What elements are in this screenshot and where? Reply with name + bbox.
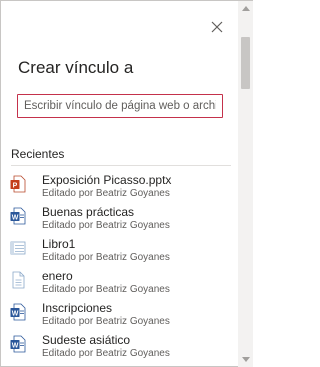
svg-text:W: W: [12, 214, 19, 221]
recent-file-item[interactable]: W Buenas prácticas Editado por Beatriz G…: [1, 203, 237, 235]
recent-file-item[interactable]: Libro1 Editado por Beatriz Goyanes: [1, 235, 237, 267]
section-divider: [11, 165, 231, 166]
powerpoint-file-icon: P: [10, 175, 26, 193]
file-name: Libro1: [42, 237, 76, 251]
close-icon: [211, 21, 223, 33]
file-editor: Editado por Beatriz Goyanes: [42, 316, 170, 327]
word-file-icon: W: [10, 207, 26, 225]
file-name: Exposición Picasso.pptx: [42, 173, 172, 187]
file-name: enero: [42, 269, 73, 283]
word-file-icon: W: [10, 335, 26, 353]
create-link-panel: Crear vínculo a Recientes P Exposición P…: [0, 0, 253, 367]
generic-file-icon: [10, 241, 26, 255]
file-editor: Editado por Beatriz Goyanes: [42, 188, 170, 199]
recent-section-label: Recientes: [11, 147, 65, 161]
file-editor: Editado por Beatriz Goyanes: [42, 220, 170, 231]
recent-file-item[interactable]: W Sudeste asiático Editado por Beatriz G…: [1, 331, 237, 363]
file-name: Sudeste asiático: [42, 333, 131, 347]
svg-text:W: W: [12, 342, 19, 349]
file-editor: Editado por Beatriz Goyanes: [42, 252, 170, 263]
svg-text:P: P: [13, 182, 18, 189]
file-editor: Editado por Beatriz Goyanes: [42, 348, 170, 359]
generic-file-icon: [12, 271, 25, 289]
scrollbar-thumb[interactable]: [241, 37, 250, 89]
recent-file-item[interactable]: enero Editado por Beatriz Goyanes: [1, 267, 237, 299]
svg-text:W: W: [12, 310, 19, 317]
link-address-input[interactable]: [17, 94, 223, 118]
recent-file-item[interactable]: W Inscripciones Editado por Beatriz Goya…: [1, 299, 237, 331]
word-file-icon: W: [10, 303, 26, 321]
panel-title: Crear vínculo a: [18, 58, 134, 77]
scroll-up-arrow-icon[interactable]: [242, 6, 250, 11]
file-name: Inscripciones: [42, 301, 113, 315]
recent-file-item[interactable]: P Exposición Picasso.pptx Editado por Be…: [1, 171, 237, 203]
scroll-down-arrow-icon[interactable]: [242, 357, 250, 362]
file-editor: Editado por Beatriz Goyanes: [42, 284, 170, 295]
file-name: Buenas prácticas: [42, 205, 135, 219]
close-button[interactable]: [207, 17, 227, 37]
